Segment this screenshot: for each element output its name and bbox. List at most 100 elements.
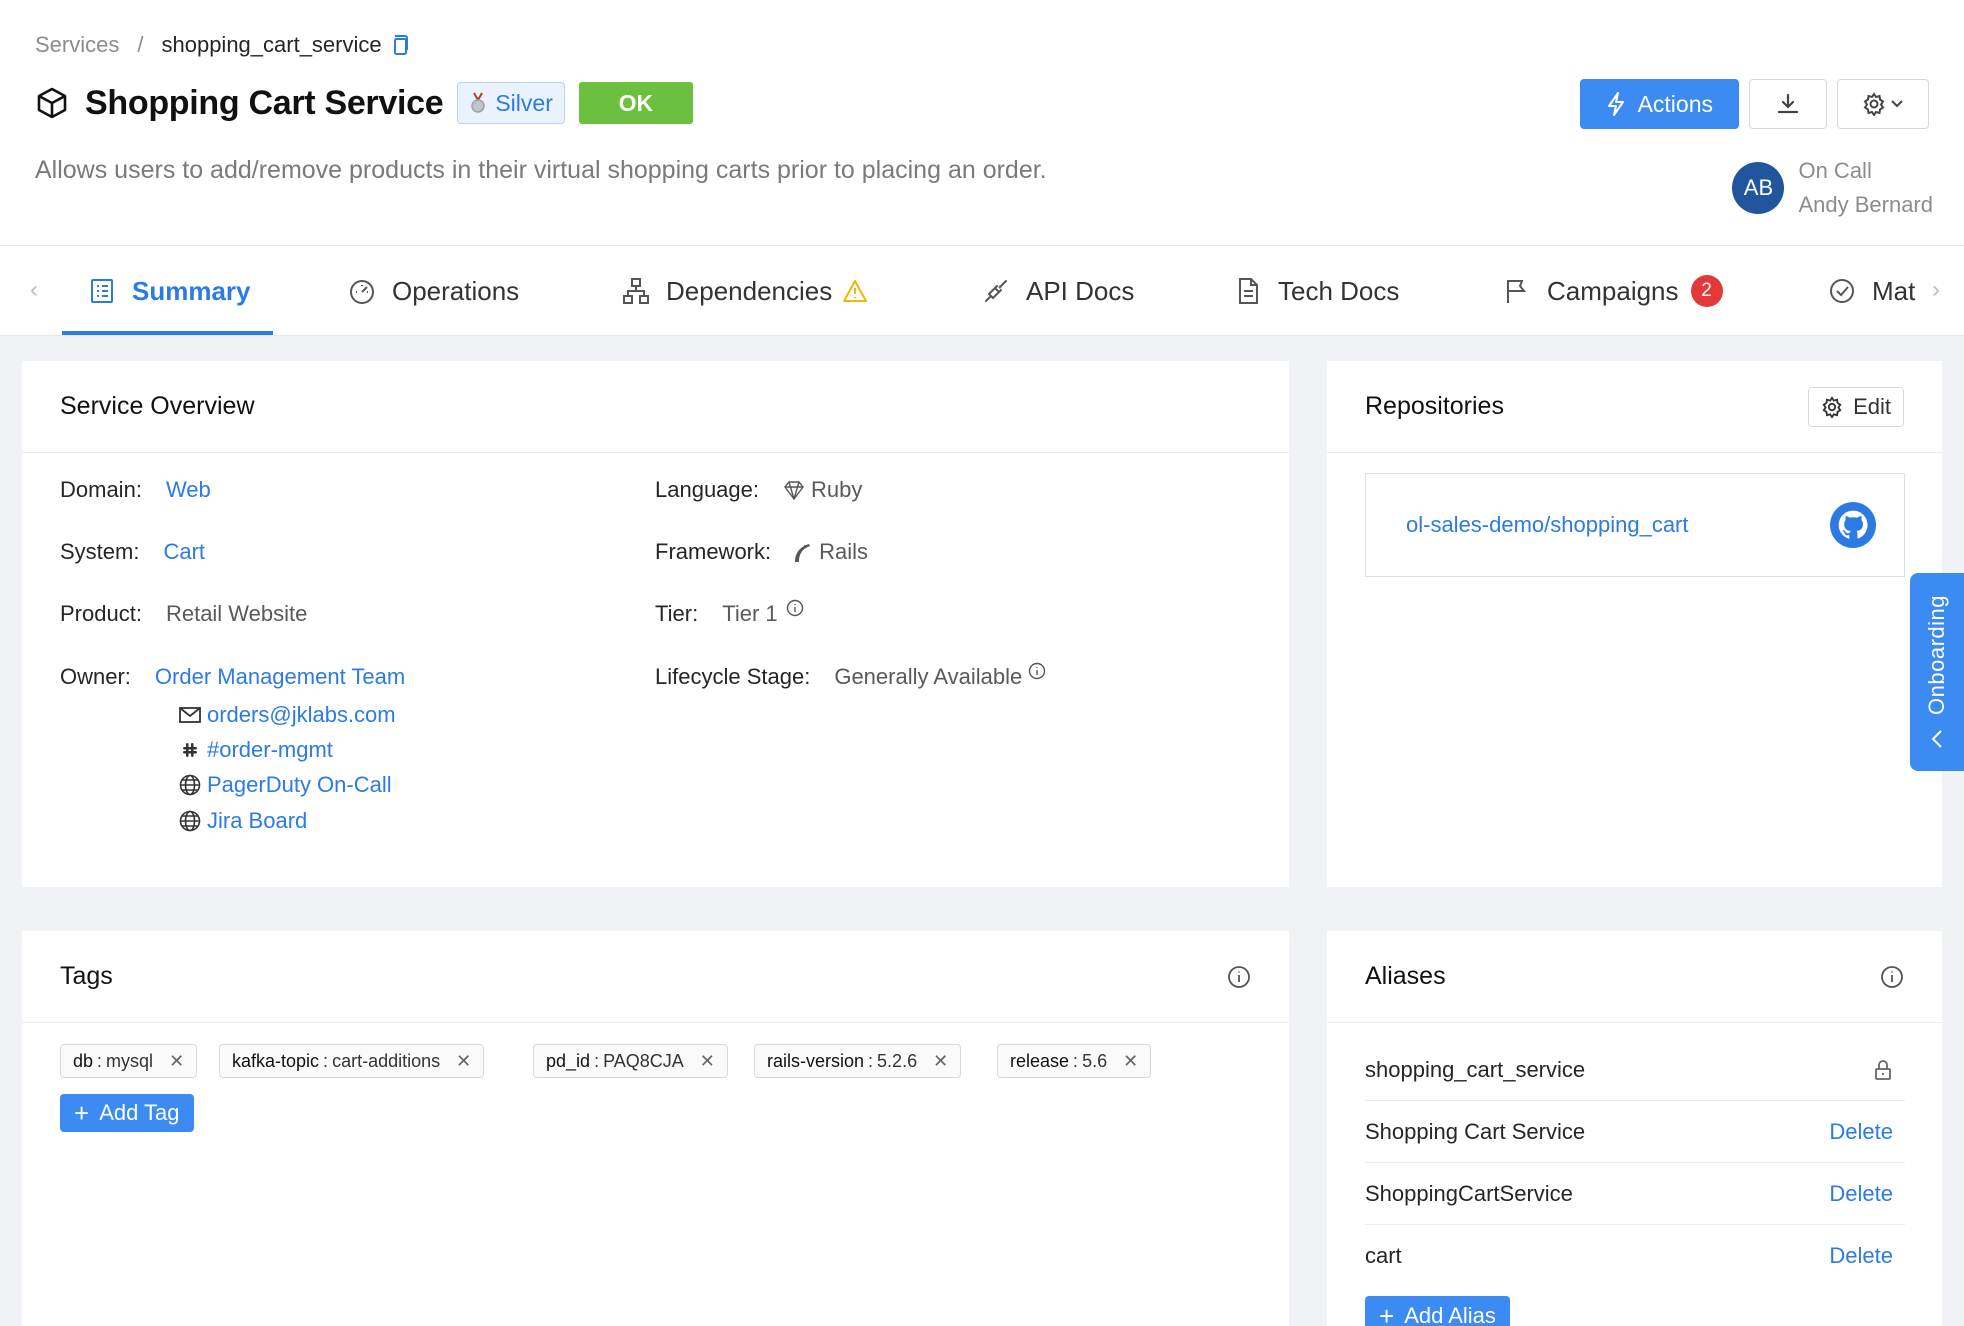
tab-tech-docs[interactable]: Tech Docs	[1234, 246, 1399, 336]
warning-icon	[842, 279, 868, 303]
tab-maturity[interactable]: Mat	[1828, 246, 1915, 336]
card-header: Aliases	[1327, 931, 1942, 1023]
cube-icon	[35, 86, 69, 120]
language-value: Ruby	[811, 477, 863, 502]
download-button[interactable]	[1749, 79, 1827, 129]
tab-label: Summary	[132, 275, 251, 306]
lightning-icon	[1606, 92, 1626, 116]
card-header: Tags	[22, 931, 1289, 1023]
breadcrumb-current: shopping_cart_service	[161, 32, 382, 57]
github-icon	[1830, 502, 1876, 548]
oncall-name: Andy Bernard	[1798, 192, 1933, 217]
owner-link[interactable]: Order Management Team	[155, 664, 405, 690]
card-title: Repositories	[1365, 392, 1504, 420]
breadcrumb-separator: /	[137, 32, 144, 57]
edit-repositories-button[interactable]: Edit	[1808, 386, 1904, 427]
close-icon[interactable]: ✕	[700, 1051, 715, 1072]
close-icon[interactable]: ✕	[933, 1051, 948, 1072]
alias-row: ShoppingCartService Delete	[1365, 1163, 1905, 1225]
level-badge-label: Silver	[495, 89, 553, 116]
tag-sep: :	[323, 1050, 329, 1071]
owner-pagerduty[interactable]: PagerDuty On-Call	[179, 772, 392, 798]
close-icon[interactable]: ✕	[1123, 1051, 1138, 1072]
summary-icon	[88, 277, 116, 305]
service-overview-card: Service Overview Domain: Web System: Car…	[22, 361, 1289, 887]
status-badge[interactable]: OK	[578, 82, 693, 124]
tab-label: Operations	[392, 275, 520, 306]
tag-list: db: mysql ✕ kafka-topic: cart-additions ✕ …	[60, 1044, 1260, 1078]
owner-email[interactable]: orders@jklabs.com	[179, 702, 396, 728]
repositories-card: Repositories Edit ol-sales-demo/shopping…	[1327, 361, 1942, 887]
tabs-scroll-left-icon[interactable]: ‹	[30, 276, 38, 304]
system-row: System: Cart	[60, 539, 205, 565]
close-icon[interactable]: ✕	[169, 1051, 184, 1072]
add-tag-button[interactable]: + Add Tag	[60, 1094, 194, 1132]
tag-chip[interactable]: db: mysql ✕	[60, 1044, 198, 1078]
owner-slack[interactable]: #order-mgmt	[179, 737, 333, 763]
domain-link[interactable]: Web	[166, 477, 211, 503]
oncall-text: On Call Andy Bernard	[1798, 154, 1933, 222]
tag-chip[interactable]: rails-version:5.2.6 ✕	[754, 1044, 962, 1078]
info-icon[interactable]	[1227, 965, 1251, 989]
actions-button[interactable]: Actions	[1579, 79, 1739, 129]
delete-alias-button[interactable]: Delete	[1829, 1119, 1893, 1145]
owner-pagerduty-link[interactable]: PagerDuty On-Call	[207, 772, 392, 798]
onboarding-side-tab[interactable]: Onboarding	[1910, 573, 1964, 771]
alias-row: shopping_cart_service	[1365, 1039, 1905, 1101]
card-header: Service Overview	[22, 361, 1289, 453]
delete-alias-button[interactable]: Delete	[1829, 1181, 1893, 1207]
tabs-scroll-right-icon[interactable]: ›	[1932, 276, 1940, 304]
title-row: Shopping Cart Service Silver OK	[35, 80, 693, 126]
breadcrumb-services-link[interactable]: Services	[35, 32, 119, 58]
info-icon[interactable]	[1028, 662, 1046, 680]
check-circle-icon	[1828, 277, 1856, 305]
info-icon[interactable]	[1880, 965, 1904, 989]
card-header: Repositories Edit	[1327, 361, 1942, 453]
tag-value: 5.2.6	[877, 1050, 918, 1071]
tag-value: cart-additions	[332, 1050, 441, 1071]
close-icon[interactable]: ✕	[456, 1051, 471, 1072]
alias-row: Shopping Cart Service Delete	[1365, 1101, 1905, 1163]
tab-campaigns[interactable]: Campaigns 2	[1503, 246, 1723, 336]
repository-link[interactable]: ol-sales-demo/shopping_cart	[1406, 512, 1689, 538]
owner-jira[interactable]: Jira Board	[179, 808, 307, 834]
domain-row: Domain: Web	[60, 477, 211, 503]
slack-icon	[179, 739, 201, 761]
aliases-card: Aliases shopping_cart_service Shopping C…	[1327, 931, 1942, 1326]
owner-email-link[interactable]: orders@jklabs.com	[207, 702, 396, 728]
settings-dropdown-button[interactable]	[1837, 79, 1929, 129]
owner-jira-link[interactable]: Jira Board	[207, 808, 307, 834]
chevron-down-icon	[1890, 99, 1904, 109]
delete-alias-button[interactable]: Delete	[1829, 1243, 1893, 1269]
rails-icon	[791, 541, 813, 563]
add-alias-button[interactable]: + Add Alias	[1365, 1296, 1510, 1326]
globe-icon	[179, 774, 201, 796]
level-badge[interactable]: Silver	[457, 82, 565, 124]
chevron-left-icon	[1930, 729, 1944, 749]
tab-summary[interactable]: Summary	[88, 246, 251, 336]
tab-label: Campaigns	[1547, 275, 1679, 306]
tab-api-docs[interactable]: API Docs	[982, 246, 1134, 336]
tab-operations[interactable]: Operations	[348, 246, 519, 336]
alias-name: ShoppingCartService	[1365, 1180, 1573, 1206]
tag-chip[interactable]: kafka-topic: cart-additions ✕	[219, 1044, 485, 1078]
tab-dependencies[interactable]: Dependencies	[622, 246, 868, 336]
lifecycle-value: Generally Available	[834, 664, 1023, 689]
system-link[interactable]: Cart	[163, 539, 205, 565]
copy-icon[interactable]	[390, 34, 410, 56]
repository-item[interactable]: ol-sales-demo/shopping_cart	[1365, 473, 1905, 577]
add-alias-label: Add Alias	[1404, 1303, 1496, 1326]
gear-icon	[1862, 92, 1886, 116]
hierarchy-icon	[622, 277, 650, 305]
card-title: Tags	[60, 962, 113, 990]
header-actions: Actions	[1579, 79, 1929, 129]
language-row: Language: Ruby	[655, 477, 862, 503]
owner-slack-link[interactable]: #order-mgmt	[207, 737, 333, 763]
active-tab-indicator	[62, 331, 273, 335]
campaigns-count-badge: 2	[1690, 275, 1723, 307]
medal-icon	[469, 92, 487, 114]
oncall-widget[interactable]: AB On Call Andy Bernard	[1732, 154, 1933, 222]
tag-chip[interactable]: pd_id: PAQ8CJA ✕	[533, 1044, 728, 1078]
info-icon[interactable]	[786, 599, 804, 617]
tag-chip[interactable]: release:5.6 ✕	[997, 1044, 1152, 1078]
